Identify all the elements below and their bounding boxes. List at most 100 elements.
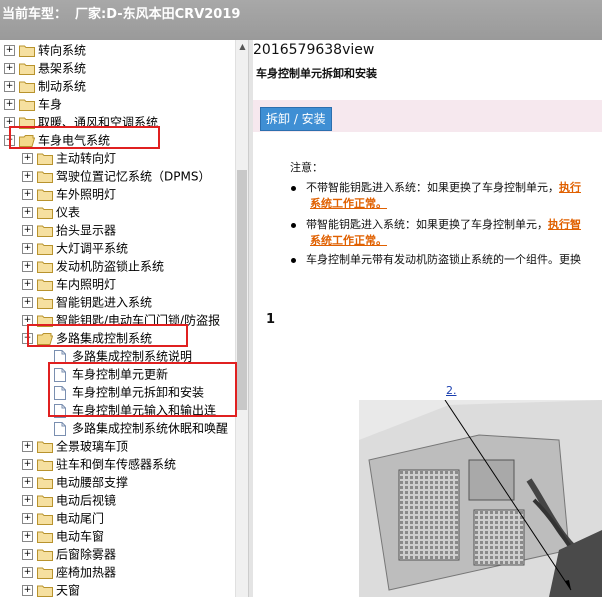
document-id: 2016579638view <box>253 42 375 58</box>
note-item-continued: 系统工作正常。 <box>310 195 387 211</box>
tree-folder-item[interactable]: + 转向系统 <box>4 41 86 59</box>
folder-icon <box>37 189 53 201</box>
expand-icon[interactable]: + <box>22 567 33 578</box>
folder-icon <box>37 495 53 507</box>
tree-folder-item[interactable]: + 发动机防盗锁止系统 <box>22 257 164 275</box>
tree-item-label: 主动转向灯 <box>56 151 117 166</box>
tree-folder-item[interactable]: + 电动腰部支撑 <box>22 473 128 491</box>
expand-icon[interactable]: + <box>22 477 33 488</box>
tree-folder-item[interactable]: + 全景玻璃车顶 <box>22 437 128 455</box>
tree-item-label: 智能钥匙进入系统 <box>56 295 153 310</box>
tree-item-label: 全景玻璃车顶 <box>56 439 129 454</box>
expand-icon[interactable]: + <box>22 207 33 218</box>
folder-icon <box>37 459 53 471</box>
tree-item-label: 驾驶位置记忆系统（DPMS） <box>56 169 211 184</box>
callout-link[interactable]: 2. <box>446 384 457 397</box>
folder-icon <box>37 243 53 255</box>
expand-icon[interactable]: + <box>4 63 15 74</box>
expand-icon[interactable]: + <box>22 441 33 452</box>
tree-folder-item[interactable]: + 车内照明灯 <box>22 275 116 293</box>
tree-item-label: 仪表 <box>56 205 81 220</box>
tree-folder-item[interactable]: + 智能钥匙进入系统 <box>22 293 152 311</box>
tree-folder-item[interactable]: + 抬头显示器 <box>22 221 116 239</box>
bullet-icon <box>291 185 296 191</box>
expand-icon[interactable]: + <box>22 189 33 200</box>
note-heading: 注意： <box>290 161 323 174</box>
tree-folder-item[interactable]: + 天窗 <box>22 581 80 597</box>
expand-icon[interactable]: + <box>22 495 33 506</box>
note-link[interactable]: 系统工作正常。 <box>310 234 387 247</box>
tree-folder-item[interactable]: + 电动尾门 <box>22 509 104 527</box>
folder-icon <box>37 225 53 237</box>
expand-icon[interactable]: + <box>22 279 33 290</box>
note-link[interactable]: 系统工作正常。 <box>310 197 387 210</box>
tree-scrollbar[interactable]: ▲ <box>235 40 249 597</box>
tree-item-label: 车身 <box>38 97 63 112</box>
tree-folder-item[interactable]: + 车身 <box>4 95 62 113</box>
tree-folder-item[interactable]: + 后窗除雾器 <box>22 545 116 563</box>
step-number: 1 <box>266 312 276 327</box>
expand-icon[interactable]: + <box>22 585 33 596</box>
component-illustration <box>359 400 602 597</box>
tree-folder-item[interactable]: + 电动后视镜 <box>22 491 116 509</box>
title-bar: 当前车型： 厂家:D-东风本田CRV2019 <box>0 0 602 40</box>
tree-item-label: 车内照明灯 <box>56 277 117 292</box>
expand-icon[interactable]: + <box>22 459 33 470</box>
expand-icon[interactable]: + <box>22 531 33 542</box>
folder-icon <box>37 171 53 183</box>
folder-icon <box>37 477 53 489</box>
tree-folder-item[interactable]: + 大灯调平系统 <box>22 239 128 257</box>
tree-doc-item[interactable]: 多路集成控制系统休眠和唤醒 <box>54 419 228 437</box>
expand-icon[interactable]: + <box>4 99 15 110</box>
current-vehicle-label: 当前车型： <box>2 7 68 22</box>
scroll-thumb[interactable] <box>237 170 247 410</box>
tree-item-label: 电动尾门 <box>56 511 105 526</box>
expand-icon[interactable]: + <box>22 225 33 236</box>
note-item: 车身控制单元带有发动机防盗锁止系统的一个组件。更换 <box>291 251 581 267</box>
tree-item-label: 车外照明灯 <box>56 187 117 202</box>
tree-folder-item[interactable]: + 仪表 <box>22 203 80 221</box>
expand-icon[interactable]: + <box>4 81 15 92</box>
tree-folder-item[interactable]: + 座椅加热器 <box>22 563 116 581</box>
expand-icon[interactable]: + <box>22 153 33 164</box>
current-vehicle-value: 厂家:D-东风本田CRV2019 <box>75 7 241 22</box>
folder-icon <box>19 45 35 57</box>
expand-icon[interactable]: + <box>22 513 33 524</box>
tree-item-label: 大灯调平系统 <box>56 241 129 256</box>
folder-icon <box>37 549 53 561</box>
remove-install-button[interactable]: 拆卸 / 安装 <box>260 107 332 131</box>
tree-item-label: 悬架系统 <box>38 61 87 76</box>
tree-item-label: 制动系统 <box>38 79 87 94</box>
tree-folder-item[interactable]: + 悬架系统 <box>4 59 86 77</box>
folder-icon <box>19 63 35 75</box>
tree-item-label: 电动车窗 <box>56 529 105 544</box>
expand-icon[interactable]: + <box>22 171 33 182</box>
tree-folder-item[interactable]: + 驾驶位置记忆系统（DPMS） <box>22 167 210 185</box>
tree-folder-item[interactable]: + 电动车窗 <box>22 527 104 545</box>
folder-icon <box>37 441 53 453</box>
navigation-tree: + 转向系统 + 悬架系统 + 制动系统 + 车身 + 取暖、通风和空调系统 − 车身电气系统 + 主动转… <box>0 40 235 597</box>
note-item: 带智能钥匙进入系统：如果更换了车身控制单元，执行智 <box>291 216 581 232</box>
folder-icon <box>37 207 53 219</box>
tree-item-label: 驻车和倒车传感器系统 <box>56 457 177 472</box>
folder-icon <box>37 567 53 579</box>
expand-icon[interactable]: + <box>4 45 15 56</box>
folder-icon <box>37 279 53 291</box>
expand-icon[interactable]: + <box>22 261 33 272</box>
note-link[interactable]: 执行智 <box>548 218 581 231</box>
expand-icon[interactable]: + <box>22 297 33 308</box>
highlight-box-multiplex-control <box>27 324 188 347</box>
tree-folder-item[interactable]: + 主动转向灯 <box>22 149 116 167</box>
tree-folder-item[interactable]: + 制动系统 <box>4 77 86 95</box>
folder-icon <box>37 261 53 273</box>
tree-folder-item[interactable]: + 车外照明灯 <box>22 185 116 203</box>
bullet-icon <box>291 222 296 228</box>
expand-icon[interactable]: + <box>22 243 33 254</box>
tree-item-label: 电动腰部支撑 <box>56 475 129 490</box>
expand-icon[interactable]: + <box>22 549 33 560</box>
note-link[interactable]: 执行 <box>559 181 581 194</box>
tree-folder-item[interactable]: + 驻车和倒车传感器系统 <box>22 455 176 473</box>
tree-item-label: 抬头显示器 <box>56 223 117 238</box>
tree-item-label: 多路集成控制系统休眠和唤醒 <box>72 421 229 436</box>
content-pane: 2016579638view 车身控制单元拆卸和安装 拆卸 / 安装 注意： 不… <box>253 40 602 597</box>
